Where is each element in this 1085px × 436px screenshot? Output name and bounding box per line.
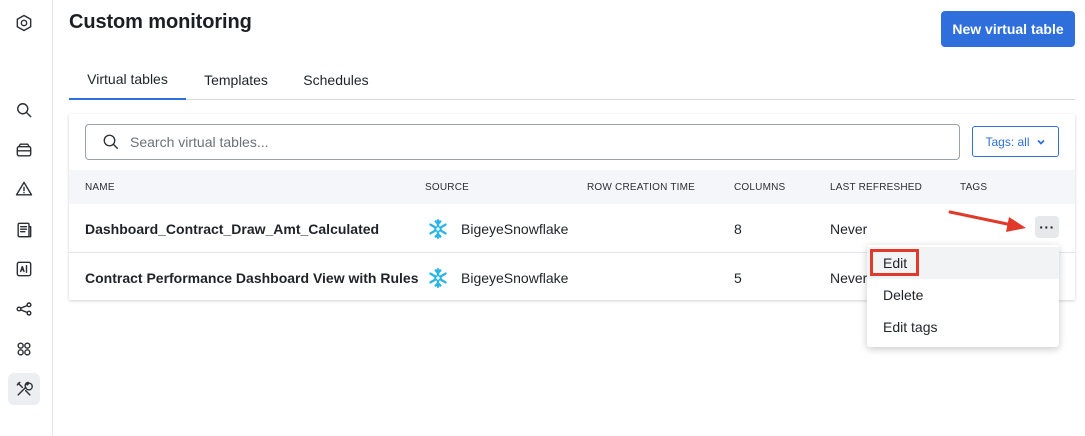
source-name: BigeyeSnowflake — [461, 220, 569, 237]
column-header-last-refreshed[interactable]: LAST REFRESHED — [830, 170, 922, 204]
columns-count: 5 — [734, 269, 742, 286]
page-title: Custom monitoring — [69, 11, 252, 33]
catalog-icon[interactable] — [8, 134, 40, 166]
tools-icon[interactable] — [8, 373, 40, 405]
search-input[interactable] — [130, 134, 930, 150]
search-icon[interactable] — [8, 94, 40, 126]
issues-icon[interactable] — [8, 173, 40, 205]
source-name: BigeyeSnowflake — [461, 269, 569, 286]
tab-virtual-tables[interactable]: Virtual tables — [69, 60, 186, 100]
search-icon — [103, 134, 119, 150]
source-cell: BigeyeSnowflake — [427, 204, 568, 253]
menu-item-edit-tags[interactable]: Edit tags — [867, 311, 1059, 343]
document-icon[interactable] — [8, 214, 40, 246]
snowflake-icon — [429, 218, 447, 239]
row-actions-button[interactable]: ··· — [1035, 216, 1059, 238]
annotation-highlight-box — [870, 249, 919, 276]
column-header-tags[interactable]: TAGS — [960, 170, 987, 204]
logo-icon[interactable] — [8, 7, 40, 39]
column-header-source[interactable]: SOURCE — [425, 170, 469, 204]
columns-count: 8 — [734, 220, 742, 237]
last-refreshed: Never — [830, 220, 868, 237]
source-cell: BigeyeSnowflake — [427, 253, 568, 302]
menu-item-delete[interactable]: Delete — [867, 279, 1059, 311]
search-box[interactable] — [85, 124, 960, 160]
snowflake-icon — [429, 267, 447, 288]
tab-bar: Virtual tables Templates Schedules — [69, 60, 1075, 100]
column-header-name[interactable]: NAME — [85, 170, 115, 204]
tab-templates[interactable]: Templates — [190, 60, 282, 100]
new-virtual-table-button[interactable]: New virtual table — [941, 11, 1075, 47]
last-refreshed: Never — [830, 269, 868, 286]
metrics-icon[interactable] — [8, 253, 40, 285]
tags-filter-dropdown[interactable]: Tags: all — [972, 126, 1059, 157]
virtual-table-name[interactable]: Dashboard_Contract_Draw_Amt_Calculated — [85, 204, 379, 253]
annotation-arrow-icon — [948, 210, 1026, 232]
apps-icon[interactable] — [8, 333, 40, 365]
tags-filter-label: Tags: all — [985, 134, 1030, 149]
virtual-table-name[interactable]: Contract Performance Dashboard View with… — [85, 253, 419, 302]
sidebar — [0, 0, 53, 436]
chevron-down-icon — [1036, 139, 1045, 145]
table-header: NAME SOURCE ROW CREATION TIME COLUMNS LA… — [69, 170, 1075, 204]
lineage-icon[interactable] — [8, 293, 40, 325]
tab-schedules[interactable]: Schedules — [291, 60, 381, 100]
column-header-row-creation-time[interactable]: ROW CREATION TIME — [587, 170, 695, 204]
column-header-columns[interactable]: COLUMNS — [734, 170, 785, 204]
